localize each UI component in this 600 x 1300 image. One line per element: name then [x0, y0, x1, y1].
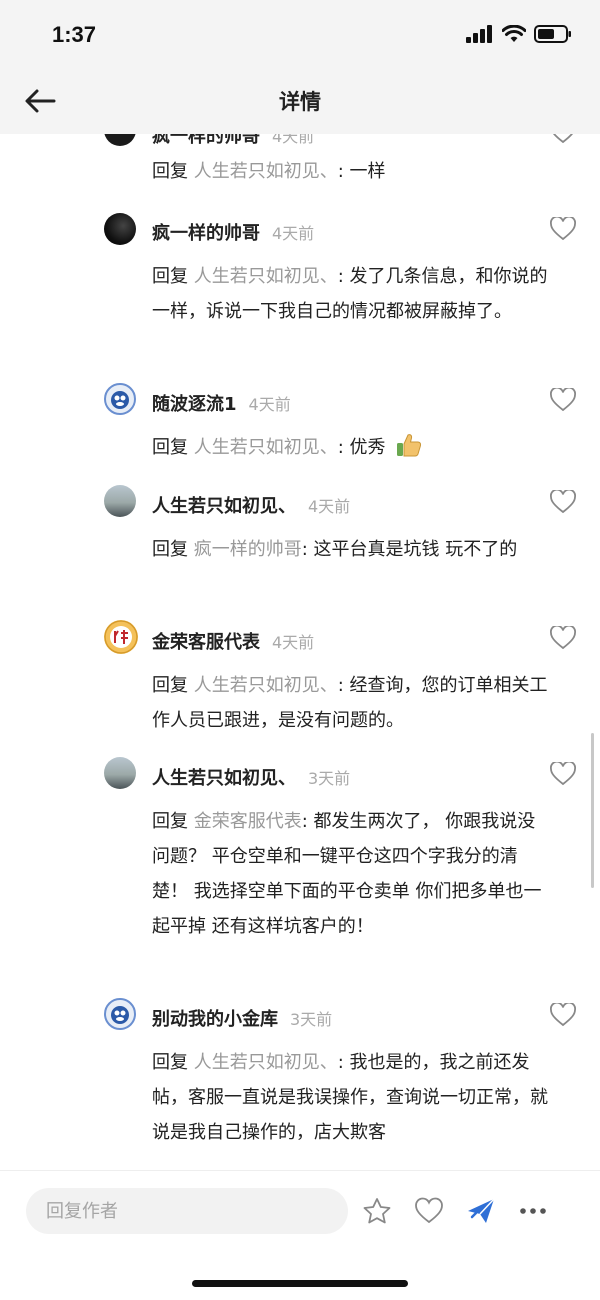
star-icon[interactable]	[362, 1197, 392, 1225]
heart-icon[interactable]	[550, 217, 576, 241]
cartoon-icon	[111, 391, 129, 409]
avatar[interactable]	[104, 998, 136, 1030]
comment-username[interactable]: 别动我的小金库 3天前	[152, 1005, 332, 1031]
comment-body: 回复 人生若只如初见、: 发了几条信息，和你说的一样，诉说一下我自己的情况都被屏…	[152, 266, 548, 322]
comment-body: 回复 人生若只如初见、: 我也是的，我之前还发帖，客服一直说是我误操作，查询说一…	[152, 1052, 548, 1143]
home-indicator[interactable]	[192, 1280, 408, 1287]
wifi-icon	[502, 25, 526, 42]
heart-icon[interactable]	[550, 388, 576, 412]
partial-comment-header: 疯一样的帅哥 4天前	[0, 134, 600, 148]
comment-body: 回复 金荣客服代表: 都发生两次了， 你跟我说没问题？ 平仓空单和一键平仓这四个…	[152, 811, 542, 937]
avatar[interactable]	[104, 383, 136, 415]
comment-username[interactable]: 人生若只如初见、 3天前	[152, 764, 350, 790]
nav-bar: 详情	[0, 68, 600, 134]
heart-icon[interactable]	[550, 626, 576, 650]
avatar[interactable]	[104, 134, 136, 146]
heart-icon[interactable]	[414, 1197, 444, 1225]
share-bird-icon[interactable]	[466, 1197, 496, 1225]
avatar[interactable]	[104, 757, 136, 789]
heart-icon[interactable]	[550, 762, 576, 786]
page-title: 详情	[279, 90, 321, 114]
avatar[interactable]	[104, 485, 136, 517]
status-bar: 1:37	[0, 0, 600, 68]
battery-icon	[534, 25, 571, 43]
comment-body: 回复 人生若只如初见、: 经查询，您的订单相关工作人员已跟进，是没有问题的。	[152, 675, 548, 731]
avatar[interactable]	[104, 620, 138, 654]
brand-logo-icon	[104, 620, 138, 654]
comment-username[interactable]: 疯一样的帅哥 4天前	[152, 134, 314, 148]
comment-body: 回复 人生若只如初见、: 一样	[152, 161, 386, 182]
cartoon-icon	[111, 1006, 129, 1024]
comment-body: 回复 疯一样的帅哥: 这平台真是坑钱 玩不了的	[152, 539, 518, 560]
status-time: 1:37	[52, 22, 97, 47]
heart-icon[interactable]	[550, 490, 576, 514]
comment-username[interactable]: 疯一样的帅哥 4天前	[152, 219, 314, 245]
comment-list: 疯一样的帅哥 4天前 回复 人生若只如初见、: 一样 疯一样的帅哥 4天前 回复 人…	[0, 134, 600, 1170]
comment-body: 回复 人生若只如初见、: 优秀	[152, 430, 552, 465]
avatar[interactable]	[104, 213, 136, 245]
more-icon[interactable]	[518, 1197, 548, 1225]
scrollbar[interactable]	[591, 733, 594, 888]
signal-icon	[466, 25, 492, 43]
heart-icon[interactable]	[550, 134, 576, 144]
comment-username[interactable]: 人生若只如初见、 4天前	[152, 492, 350, 518]
thumbs-up-emoji-icon	[397, 434, 422, 457]
reply-input[interactable]	[26, 1188, 348, 1234]
comment-username[interactable]: 随波逐流1 4天前	[152, 390, 291, 416]
heart-icon[interactable]	[550, 1003, 576, 1027]
status-icons	[466, 24, 572, 44]
comment-username[interactable]: 金荣客服代表 4天前	[152, 628, 314, 654]
